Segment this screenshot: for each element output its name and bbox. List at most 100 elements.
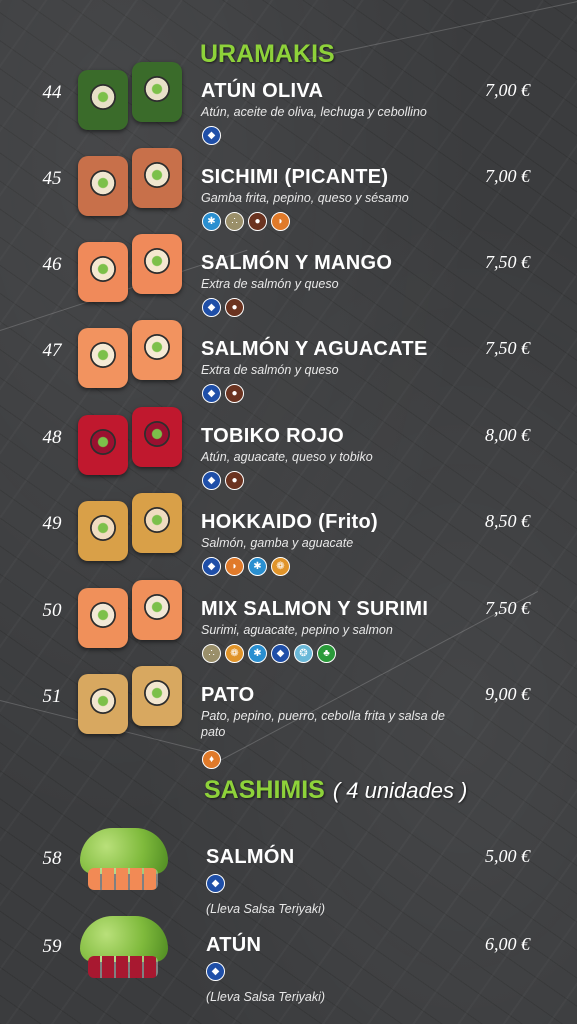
roll-filling bbox=[144, 76, 170, 102]
item-price: 6,00 € bbox=[485, 934, 530, 954]
menu-item: 51 PATO Pato, pepino, puerro, cebolla frit… bbox=[0, 666, 577, 769]
fish-icon: ◆ bbox=[202, 298, 221, 317]
sashimi-slices bbox=[88, 868, 158, 890]
item-price: 9,00 € bbox=[485, 684, 530, 704]
allergen-icons: ∴ ❁ ✱ ◆ ❂ ♣ bbox=[202, 644, 336, 663]
roll-filling bbox=[90, 84, 116, 110]
sushi-photo bbox=[78, 666, 186, 736]
menu-item: 48 TOBIKO ROJO Atún, aguacate, queso y tob… bbox=[0, 407, 577, 490]
shrimp-icon: ◗ bbox=[225, 557, 244, 576]
item-name: TOBIKO ROJO bbox=[201, 425, 344, 447]
allergen-icons: ◆ ◗ ✱ ❁ bbox=[202, 557, 290, 576]
fish-icon: ◆ bbox=[206, 962, 225, 981]
sushi-photo bbox=[78, 493, 186, 563]
item-description: Atún, aceite de oliva, lechuga y cebolli… bbox=[201, 105, 427, 119]
sushi-roll bbox=[78, 501, 128, 561]
roll-filling bbox=[144, 248, 170, 274]
slate-crack bbox=[299, 0, 577, 61]
allergen-icons: ◆ bbox=[206, 874, 225, 893]
sushi-photo bbox=[78, 148, 186, 218]
item-description: Surimi, aguacate, pepino y salmon bbox=[201, 623, 393, 637]
fish-icon: ◆ bbox=[202, 126, 221, 145]
sushi-roll bbox=[78, 328, 128, 388]
gluten-icon: ♦ bbox=[202, 750, 221, 769]
item-price: 7,50 € bbox=[485, 338, 530, 358]
roll-filling bbox=[144, 507, 170, 533]
item-number: 48 bbox=[42, 427, 62, 448]
section-subtitle: ( 4 unidades ) bbox=[332, 778, 468, 803]
roll-filling bbox=[90, 515, 116, 541]
menu-item: 44 ATÚN OLIVA Atún, aceite de oliva, lechu… bbox=[0, 62, 577, 145]
sushi-roll bbox=[132, 320, 182, 380]
item-name: ATÚN OLIVA bbox=[201, 80, 324, 102]
sushi-photo bbox=[78, 62, 186, 132]
shrimp-icon: ◗ bbox=[271, 212, 290, 231]
sushi-roll bbox=[132, 407, 182, 467]
egg-icon: ❁ bbox=[225, 644, 244, 663]
sashimi-photo bbox=[80, 916, 170, 984]
item-number: 47 bbox=[42, 340, 62, 361]
item-description: Gamba frita, pepino, queso y sésamo bbox=[201, 191, 409, 205]
milk-icon: ● bbox=[225, 298, 244, 317]
sushi-photo bbox=[78, 320, 186, 390]
crab-icon: ✱ bbox=[248, 557, 267, 576]
item-number: 46 bbox=[42, 254, 62, 275]
sushi-roll bbox=[132, 580, 182, 640]
sushi-roll bbox=[132, 62, 182, 122]
item-number: 49 bbox=[42, 513, 62, 534]
sushi-roll bbox=[78, 588, 128, 648]
roll-filling bbox=[144, 421, 170, 447]
sushi-roll bbox=[132, 234, 182, 294]
milk-icon: ● bbox=[248, 212, 267, 231]
item-name: SALMÓN Y AGUACATE bbox=[201, 338, 428, 360]
item-description: Atún, aguacate, queso y tobiko bbox=[201, 450, 373, 464]
crab-icon: ✱ bbox=[248, 644, 267, 663]
menu-item: 50 MIX SALMON Y SURIMI Surimi, aguacate, p… bbox=[0, 580, 577, 663]
item-price: 7,00 € bbox=[485, 166, 530, 186]
item-name: SICHIMI (PICANTE) bbox=[201, 166, 389, 188]
section-title-sashimis: SASHIMIS( 4 unidades ) bbox=[204, 776, 468, 804]
item-note: (Lleva Salsa Teriyaki) bbox=[206, 990, 326, 1004]
roll-filling bbox=[144, 594, 170, 620]
item-name: SALMÓN bbox=[206, 846, 295, 868]
item-number: 45 bbox=[42, 168, 62, 189]
milk-icon: ● bbox=[225, 471, 244, 490]
allergen-icons: ◆ ● bbox=[202, 471, 244, 490]
fish-icon: ◆ bbox=[202, 384, 221, 403]
allergen-icons: ◆ bbox=[206, 962, 225, 981]
milk-icon: ● bbox=[225, 384, 244, 403]
menu-item: 47 SALMÓN Y AGUACATE Extra de salmón y que… bbox=[0, 320, 577, 403]
item-price: 7,00 € bbox=[485, 80, 530, 100]
sesame-icon: ∴ bbox=[225, 212, 244, 231]
item-name: HOKKAIDO (Frito) bbox=[201, 511, 378, 533]
fish-icon: ◆ bbox=[202, 557, 221, 576]
item-price: 8,00 € bbox=[485, 425, 530, 445]
allergen-icons: ♦ bbox=[202, 750, 221, 769]
item-number: 50 bbox=[42, 600, 62, 621]
sashimi-slices bbox=[88, 956, 158, 978]
sushi-roll bbox=[78, 70, 128, 130]
item-description: Extra de salmón y queso bbox=[201, 277, 339, 291]
sushi-roll bbox=[78, 674, 128, 734]
item-price: 7,50 € bbox=[485, 252, 530, 272]
fish-icon: ◆ bbox=[202, 471, 221, 490]
item-description: Salmón, gamba y aguacate bbox=[201, 536, 354, 550]
item-number: 44 bbox=[42, 82, 62, 103]
crab-icon: ✱ bbox=[202, 212, 221, 231]
roll-filling bbox=[144, 162, 170, 188]
sushi-photo bbox=[78, 580, 186, 650]
item-name: ATÚN bbox=[206, 934, 262, 956]
roll-filling bbox=[90, 170, 116, 196]
menu-item: 45 SICHIMI (PICANTE) Gamba frita, pepino, … bbox=[0, 148, 577, 231]
item-name: SALMÓN Y MANGO bbox=[201, 252, 393, 274]
allergen-icons: ◆ ● bbox=[202, 298, 244, 317]
item-price: 8,50 € bbox=[485, 511, 530, 531]
sushi-roll bbox=[132, 493, 182, 553]
sushi-roll bbox=[132, 148, 182, 208]
item-price: 7,50 € bbox=[485, 598, 530, 618]
item-number: 51 bbox=[42, 686, 62, 707]
sushi-photo bbox=[78, 407, 186, 477]
sushi-photo bbox=[78, 234, 186, 304]
roll-filling bbox=[90, 602, 116, 628]
item-description: Pato, pepino, puerro, cebolla frita y sa… bbox=[201, 709, 445, 739]
